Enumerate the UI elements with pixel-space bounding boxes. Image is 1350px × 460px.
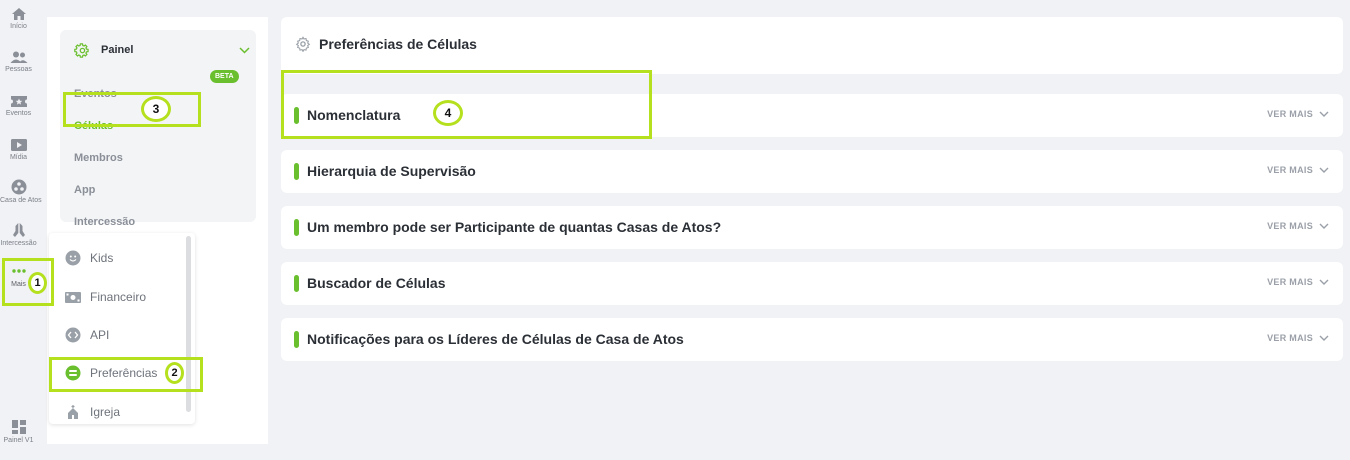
rail-item-inicio[interactable]: Início: [0, 7, 37, 30]
ver-mais-button[interactable]: VER MAIS: [1267, 109, 1329, 119]
chevron-down-icon: [1319, 167, 1329, 173]
more-item-igreja[interactable]: Igreja: [64, 403, 120, 421]
gear-icon: [295, 36, 311, 52]
pref-row-buscador[interactable]: Buscador de Células VER MAIS: [281, 262, 1343, 305]
more-item-label: API: [90, 328, 110, 342]
ver-mais-button[interactable]: VER MAIS: [1267, 333, 1329, 343]
ver-mais-button[interactable]: VER MAIS: [1267, 221, 1329, 231]
group-icon: [11, 179, 26, 195]
step-badge-3: 3: [141, 96, 171, 122]
pref-row-hierarquia[interactable]: Hierarquia de Supervisão VER MAIS: [281, 150, 1343, 193]
more-item-label: Igreja: [90, 405, 121, 419]
accent-bar: [294, 331, 299, 348]
ver-mais-button[interactable]: VER MAIS: [1267, 165, 1329, 175]
row-title: Hierarquia de Supervisão: [307, 163, 476, 179]
dashboard-icon: [11, 420, 26, 434]
more-menu: Kids Financeiro API Preferências Igreja: [49, 233, 195, 424]
rail-item-eventos[interactable]: Eventos: [0, 95, 37, 117]
more-item-label: Financeiro: [90, 290, 147, 304]
page-title: Preferências de Células: [319, 36, 477, 52]
highlight-box-3: [63, 92, 201, 127]
step-badge-4: 4: [433, 100, 463, 126]
rail-item-painel-v1[interactable]: Painel V1: [0, 419, 37, 444]
gear-icon: [74, 42, 89, 58]
ver-mais-button[interactable]: VER MAIS: [1267, 277, 1329, 287]
chevron-down-icon: [1319, 223, 1329, 229]
people-icon: [10, 51, 27, 63]
chevron-down-icon: [1319, 111, 1329, 117]
step-badge-2: 2: [165, 362, 184, 384]
pref-row-notificacoes[interactable]: Notificações para os Líderes de Células …: [281, 318, 1343, 361]
accent-bar: [294, 219, 299, 236]
panel-title: Painel: [101, 44, 134, 56]
chevron-down-icon: [1319, 279, 1329, 285]
row-title: Um membro pode ser Participante de quant…: [307, 219, 722, 235]
ticket-icon: [10, 96, 27, 107]
panel-item-app[interactable]: App: [74, 184, 95, 196]
beta-badge: BETA: [210, 70, 239, 83]
pref-row-participante[interactable]: Um membro pode ser Participante de quant…: [281, 206, 1343, 249]
page-header: Preferências de Células: [281, 17, 1343, 74]
more-item-label: Kids: [90, 251, 114, 265]
step-badge-1: 1: [28, 272, 47, 294]
panel-header[interactable]: Painel: [74, 38, 250, 62]
more-item-api[interactable]: API: [64, 326, 109, 344]
rail-item-intercessao[interactable]: Intercessão: [0, 222, 37, 247]
rail-item-pessoas[interactable]: Pessoas: [0, 51, 37, 73]
rail-label: Painel V1: [3, 437, 34, 444]
rail-item-midia[interactable]: Mídia: [0, 138, 37, 161]
row-title: Buscador de Células: [307, 275, 446, 291]
church-icon: [64, 403, 82, 421]
chevron-down-icon: [1319, 335, 1329, 341]
chevron-down-icon[interactable]: [239, 46, 250, 54]
play-icon: [10, 139, 27, 151]
rail-label: Início: [10, 23, 27, 30]
highlight-box-4: [281, 70, 652, 139]
praying-hands-icon: [12, 223, 25, 237]
panel-item-membros[interactable]: Membros: [74, 152, 123, 164]
code-icon: [64, 326, 82, 344]
rail-item-casa-de-atos[interactable]: Casa de Atos: [0, 179, 42, 204]
panel-item-intercessao[interactable]: Intercessão: [74, 216, 135, 228]
rail-label: Casa de Atos: [0, 197, 42, 204]
more-item-financeiro[interactable]: Financeiro: [64, 288, 146, 306]
rail-label: Eventos: [5, 110, 32, 117]
accent-bar: [294, 163, 299, 180]
money-icon: [64, 288, 82, 306]
rail-label: Mídia: [9, 154, 28, 161]
kids-icon: [64, 249, 82, 267]
home-icon: [11, 8, 26, 20]
rail-label: Pessoas: [5, 66, 32, 73]
left-rail: Início Pessoas Eventos Mídia Casa de Ato…: [0, 0, 42, 460]
more-item-kids[interactable]: Kids: [64, 249, 113, 267]
accent-bar: [294, 275, 299, 292]
row-title: Notificações para os Líderes de Células …: [307, 331, 684, 347]
rail-label: Intercessão: [0, 240, 37, 247]
